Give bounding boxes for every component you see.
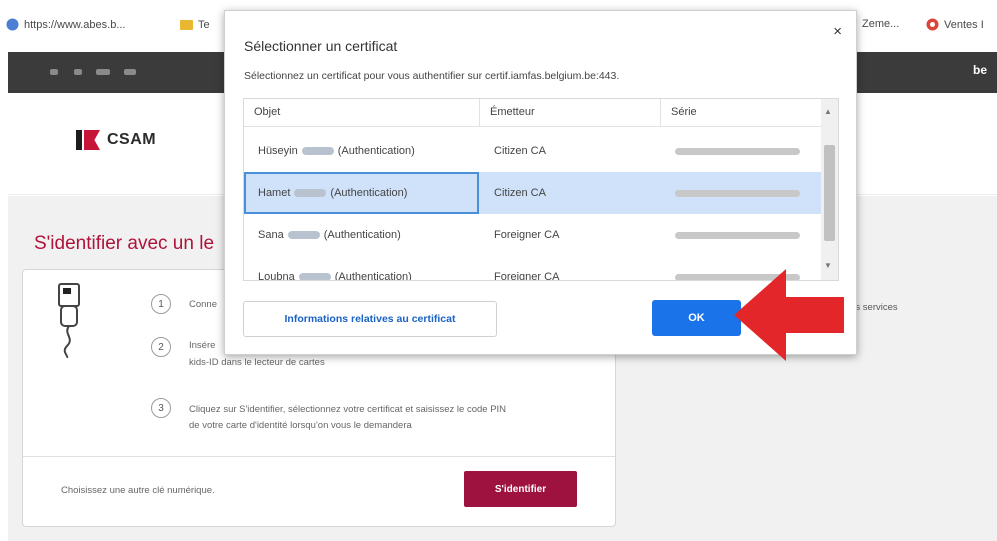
redacted-name	[298, 273, 331, 280]
step-text-line2: kids-ID dans le lecteur de cartes	[189, 357, 325, 368]
bookmark-te[interactable]: Te	[180, 18, 210, 31]
bookmark-zeme[interactable]: Zeme...	[862, 18, 899, 30]
certificate-row[interactable]: Hüseyin (Authentication) Citizen CA	[244, 130, 822, 172]
page-title: S'identifier avec un le	[34, 233, 215, 254]
choose-other-key-link[interactable]: Choisissez une autre clé numérique.	[61, 485, 215, 496]
redacted-name	[301, 147, 334, 156]
cert-first-name: Hüseyin	[258, 145, 298, 157]
toolbar-link[interactable]	[74, 69, 82, 75]
csam-logo[interactable]: CSAM	[76, 130, 156, 150]
cert-first-name: Sana	[258, 229, 284, 241]
certificate-row-selected[interactable]: Hamet (Authentication) Citizen CA	[244, 172, 822, 214]
globe-icon	[6, 18, 19, 31]
cert-type: (Authentication)	[330, 187, 408, 199]
folder-icon	[180, 18, 193, 31]
cert-type: (Authentication)	[323, 229, 401, 241]
toolbar-link[interactable]	[96, 69, 110, 75]
bookmark-label: Ventes I	[944, 18, 984, 31]
red-arrow-annotation	[734, 269, 844, 361]
certificate-info-button[interactable]: Informations relatives au certificat	[243, 301, 497, 337]
step-text: Conne	[189, 299, 217, 310]
identify-button[interactable]: S'identifier	[464, 471, 577, 507]
be-logo: be	[972, 63, 987, 77]
column-header-serial[interactable]: Série	[661, 99, 822, 126]
step-number: 3	[151, 398, 171, 418]
certificate-row[interactable]: Sana (Authentication) Foreigner CA	[244, 214, 822, 256]
cert-issuer: Citizen CA	[494, 187, 546, 199]
toolbar-link[interactable]	[124, 69, 136, 75]
csam-logo-text: CSAM	[107, 131, 157, 148]
bookmark-ventes[interactable]: Ventes I	[926, 18, 984, 31]
bookmark-abes[interactable]: https://www.abes.b...	[6, 18, 126, 31]
bookmark-label: https://www.abes.b...	[24, 18, 126, 31]
redacted-serial	[675, 231, 800, 239]
step-text: Cliquez sur S'identifier, sélectionnez v…	[189, 404, 507, 415]
card-reader-icon	[58, 283, 80, 358]
cert-issuer: Citizen CA	[494, 145, 546, 157]
dialog-subtitle: Sélectionnez un certificat pour vous aut…	[244, 70, 620, 82]
card-divider	[23, 456, 615, 457]
step-number: 1	[151, 294, 171, 314]
cert-first-name: Loubna	[258, 271, 295, 281]
redacted-serial	[675, 189, 800, 197]
step-text: Insére	[189, 340, 216, 351]
toolbar-link[interactable]	[50, 69, 58, 75]
shopping-icon	[926, 18, 939, 31]
step-number: 2	[151, 337, 171, 357]
redacted-serial	[675, 147, 800, 155]
column-header-issuer[interactable]: Émetteur	[480, 99, 661, 126]
csam-logo-icon	[76, 130, 102, 150]
redacted-name	[294, 189, 327, 198]
scroll-thumb[interactable]	[824, 145, 835, 241]
ok-button[interactable]: OK	[652, 300, 741, 336]
cert-issuer: Foreigner CA	[494, 271, 560, 281]
cert-type: (Authentication)	[334, 271, 412, 281]
step-text-line2: de votre carte d'identité lorsqu'on vous…	[189, 420, 412, 431]
cert-type: (Authentication)	[337, 145, 415, 157]
bookmark-label: Te	[198, 18, 210, 31]
bookmark-label: Zeme...	[862, 18, 900, 30]
cert-first-name: Hamet	[258, 187, 291, 199]
dialog-title: Sélectionner un certificat	[244, 38, 398, 54]
cert-issuer: Foreigner CA	[494, 229, 560, 241]
column-header-object[interactable]: Objet	[244, 99, 480, 126]
scroll-up-icon[interactable]: ▲	[824, 107, 832, 116]
redacted-name	[287, 231, 320, 240]
close-icon[interactable]: ×	[833, 23, 842, 40]
certificate-table: Objet Émetteur Série Hüseyin (Authenticat…	[243, 98, 839, 281]
table-scrollbar[interactable]: ▲ ▼	[821, 99, 838, 280]
